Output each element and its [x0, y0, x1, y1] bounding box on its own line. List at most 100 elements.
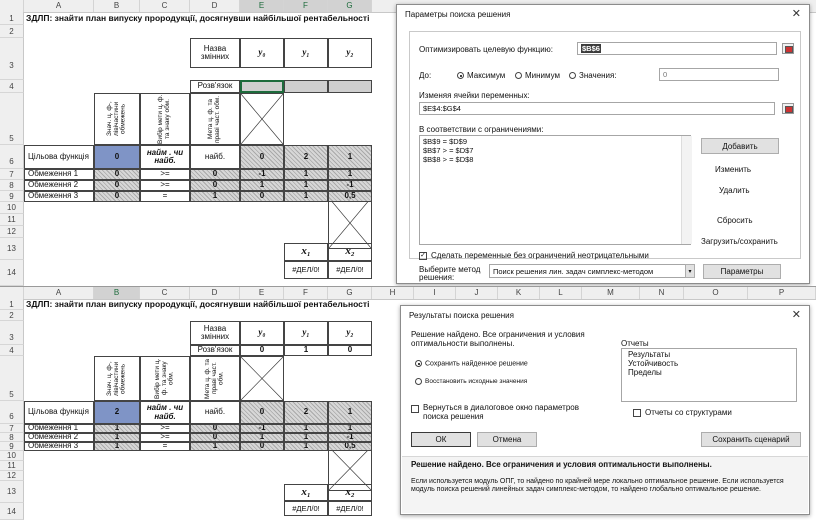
target-value[interactable]: 0 — [94, 145, 140, 169]
row-5[interactable]: 5 — [0, 93, 24, 145]
radio-keep[interactable]: Сохранить найденное решение — [415, 360, 528, 367]
coef-3-1[interactable]: 1 — [284, 442, 328, 451]
coef-1-1[interactable]: 1 — [284, 169, 328, 180]
radio-max[interactable]: Максимум — [457, 71, 505, 80]
cancel-button[interactable]: Отмена — [477, 432, 537, 447]
row-14[interactable]: 14 — [0, 503, 24, 520]
target-sign[interactable]: найм . чи найб. — [140, 145, 190, 169]
cross-cell-e[interactable] — [240, 93, 284, 145]
x1-label[interactable]: x₁ — [284, 484, 328, 501]
col-d[interactable]: D — [190, 0, 240, 12]
solution-y1[interactable] — [284, 80, 328, 93]
radio-min[interactable]: Минимум — [515, 71, 560, 80]
col-j[interactable]: J — [456, 287, 498, 299]
row-2[interactable]: 2 — [0, 25, 24, 38]
col-g[interactable]: G — [328, 0, 372, 12]
coef-2-2[interactable]: -1 — [328, 433, 372, 442]
row-4[interactable]: 4 — [0, 80, 24, 93]
col-i[interactable]: I — [414, 287, 456, 299]
constraint-3-sign[interactable]: = — [140, 191, 190, 202]
coef-2-0[interactable]: 1 — [240, 433, 284, 442]
target-label[interactable]: Цільова функція — [24, 145, 94, 169]
coef-2-1[interactable]: 1 — [284, 433, 328, 442]
close-icon[interactable]: ✕ — [792, 7, 801, 20]
x1-value[interactable]: #ДЕЛ/0! — [284, 501, 328, 516]
col-k[interactable]: K — [498, 287, 540, 299]
constraints-scrollbar[interactable] — [681, 136, 692, 244]
coef-1-1[interactable]: 1 — [284, 424, 328, 433]
row-10[interactable]: 10 — [0, 451, 24, 461]
row-5[interactable]: 5 — [0, 356, 24, 401]
coef-3-0[interactable]: 0 — [240, 442, 284, 451]
coef-3-2[interactable]: 0,5 — [328, 191, 372, 202]
nonneg-checkbox[interactable]: ✓ Сделать переменные без ограничений неот… — [419, 251, 649, 260]
x1-label[interactable]: x₁ — [284, 243, 328, 261]
col-p[interactable]: P — [748, 287, 816, 299]
row-9[interactable]: 9 — [0, 442, 24, 451]
coef-1-0[interactable]: -1 — [240, 424, 284, 433]
value-input[interactable]: 0 — [659, 68, 779, 81]
x2-value[interactable]: #ДЕЛ/0! — [328, 261, 372, 279]
constraint-item[interactable]: $B$7 > = $D$7 — [423, 146, 473, 155]
col-o[interactable]: O — [684, 287, 748, 299]
constraint-1-rhs[interactable]: 0 — [190, 169, 240, 180]
constraint-2-lhs[interactable]: 0 — [94, 180, 140, 191]
constraint-3-rhs[interactable]: 1 — [190, 442, 240, 451]
col-e[interactable]: E — [240, 287, 284, 299]
row-11[interactable]: 11 — [0, 461, 24, 471]
constraint-3-rhs[interactable]: 1 — [190, 191, 240, 202]
delete-button[interactable]: Удалить — [719, 186, 750, 195]
row-13[interactable]: 13 — [0, 481, 24, 503]
row-6[interactable]: 6 — [0, 145, 24, 169]
radio-value[interactable]: Значения: — [569, 71, 617, 80]
method-select[interactable]: Поиск решения лин. задач симплекс-методо… — [489, 264, 695, 278]
row-12[interactable]: 12 — [0, 471, 24, 481]
hdr-d[interactable]: Мета ц. ф. та праві част. обм. — [190, 356, 240, 401]
hdr-c[interactable]: Вибір мети ц. ф. та знаку обм. — [140, 356, 190, 401]
hdr-names[interactable]: Назва змінних — [190, 38, 240, 68]
hdr-y0[interactable]: y₀ — [240, 321, 284, 345]
solution-y2[interactable] — [328, 80, 372, 93]
range-picker-icon[interactable] — [782, 43, 794, 54]
constraint-1-sign[interactable]: >= — [140, 169, 190, 180]
coef-0-2[interactable]: 1 — [328, 401, 372, 424]
solution-label[interactable]: Розв'язок — [190, 80, 240, 93]
ok-button[interactable]: ОК — [411, 432, 471, 447]
coef-1-2[interactable]: 1 — [328, 169, 372, 180]
coef-2-0[interactable]: 1 — [240, 180, 284, 191]
col-h[interactable]: H — [372, 287, 414, 299]
reset-button[interactable]: Сбросить — [717, 216, 753, 225]
row-13[interactable]: 13 — [0, 238, 24, 260]
sheet-title[interactable]: ЗДЛП: знайти план випуску прородукції, д… — [26, 299, 386, 310]
load-save-button[interactable]: Загрузить/сохранить — [701, 237, 778, 246]
report-item[interactable]: Результаты — [628, 350, 790, 359]
reports-list[interactable]: Результаты Устойчивость Пределы — [621, 348, 797, 402]
coef-3-0[interactable]: 0 — [240, 191, 284, 202]
hdr-b[interactable]: Знач. ц. ф-, лівічастини обмежень — [94, 93, 140, 145]
coef-0-2[interactable]: 1 — [328, 145, 372, 169]
coef-0-1[interactable]: 2 — [284, 401, 328, 424]
x2-label[interactable]: x₂ — [328, 243, 372, 261]
coef-1-0[interactable]: -1 — [240, 169, 284, 180]
coef-3-2[interactable]: 0,5 — [328, 442, 372, 451]
target-value[interactable]: 2 — [94, 401, 140, 424]
save-scenario-button[interactable]: Сохранить сценарий — [701, 432, 801, 447]
row-4[interactable]: 4 — [0, 345, 24, 356]
col-g[interactable]: G — [328, 287, 372, 299]
radio-restore[interactable]: Восстановить исходные значения — [415, 378, 527, 385]
row-12[interactable]: 12 — [0, 226, 24, 238]
sheet-title[interactable]: ЗДЛП: знайти план випуску прородукції, д… — [26, 12, 386, 25]
row-6[interactable]: 6 — [0, 401, 24, 424]
coef-3-1[interactable]: 1 — [284, 191, 328, 202]
target-sign[interactable]: найм . чи найб. — [140, 401, 190, 424]
constraint-1-label[interactable]: Обмеження 1 — [24, 424, 94, 433]
row-3[interactable]: 3 — [0, 38, 24, 80]
coef-1-2[interactable]: 1 — [328, 424, 372, 433]
chevron-down-icon[interactable]: ▾ — [685, 264, 695, 278]
constraint-item[interactable]: $B$9 = $D$9 — [423, 137, 467, 146]
hdr-y1[interactable]: y₁ — [284, 321, 328, 345]
return-checkbox[interactable]: Вернуться в диалоговое окно параметров п… — [411, 403, 601, 422]
change-button[interactable]: Изменить — [715, 165, 751, 174]
report-item[interactable]: Устойчивость — [628, 359, 790, 368]
col-m[interactable]: M — [582, 287, 640, 299]
